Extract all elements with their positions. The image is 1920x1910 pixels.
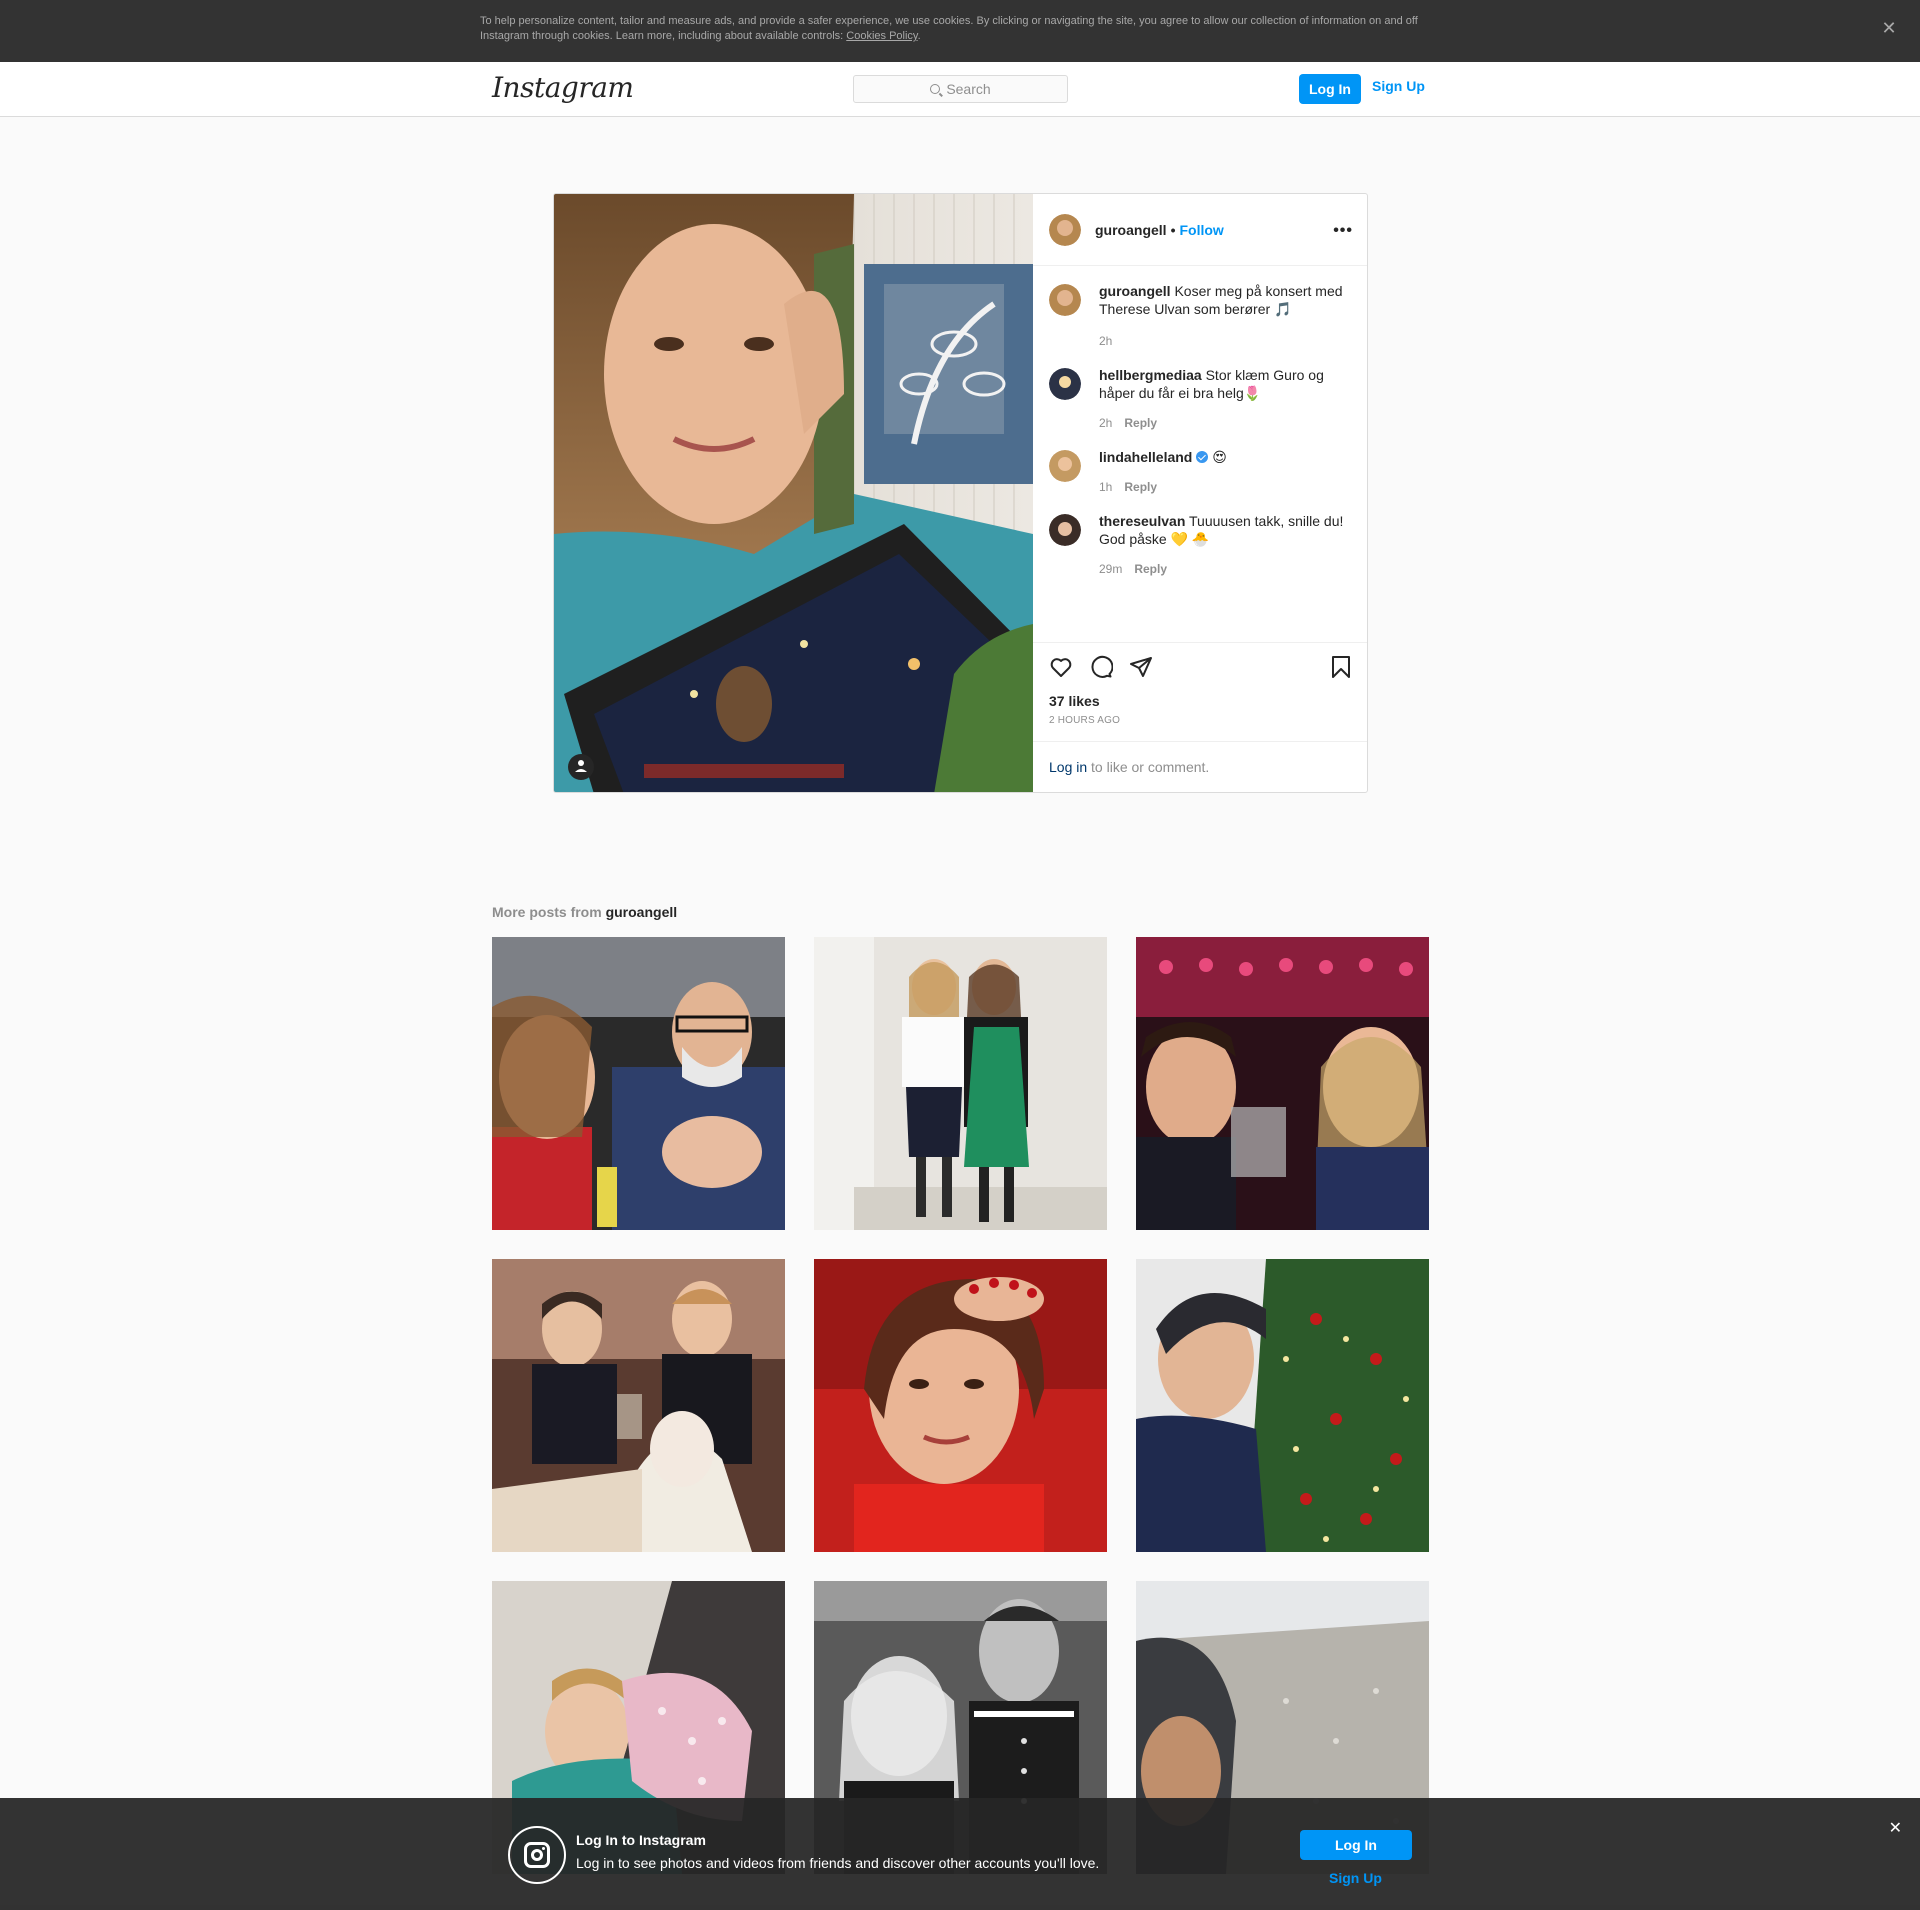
more-posts-heading: More posts from guroangell bbox=[492, 904, 677, 920]
post-card: guroangell • Follow ••• guroangell Koser… bbox=[553, 193, 1368, 793]
search-placeholder: Search bbox=[946, 81, 991, 97]
comment-time: 29m bbox=[1099, 562, 1123, 576]
cookies-policy-link[interactable]: Cookies Policy bbox=[846, 30, 917, 42]
cookie-suffix: . bbox=[917, 30, 921, 42]
login-suffix: to like or comment. bbox=[1087, 759, 1210, 775]
header-separator: • bbox=[1170, 221, 1176, 238]
comment-username[interactable]: thereseulvan bbox=[1099, 513, 1185, 529]
more-options-icon[interactable]: ••• bbox=[1333, 222, 1353, 240]
post-thumbnail[interactable] bbox=[1136, 1259, 1429, 1552]
share-paper-plane-icon[interactable] bbox=[1129, 655, 1153, 679]
comment-username[interactable]: guroangell bbox=[1099, 283, 1171, 299]
follow-button[interactable]: Follow bbox=[1179, 222, 1223, 238]
instagram-glyph-icon bbox=[508, 1826, 566, 1884]
signup-link[interactable]: Sign Up bbox=[1372, 78, 1425, 94]
post-thumbnail[interactable] bbox=[492, 937, 785, 1230]
search-icon bbox=[930, 84, 941, 94]
reply-button[interactable]: Reply bbox=[1124, 414, 1157, 432]
comment: lindahelleland 😍 1h Reply bbox=[1049, 448, 1353, 496]
comment-time: 1h bbox=[1099, 480, 1113, 494]
post-username[interactable]: guroangell bbox=[1095, 222, 1167, 238]
post-header: guroangell • Follow ••• bbox=[1033, 194, 1367, 266]
more-posts-user[interactable]: guroangell bbox=[606, 904, 678, 920]
cookie-banner: To help personalize content, tailor and … bbox=[0, 0, 1920, 62]
cookie-close-icon[interactable]: ✕ bbox=[1874, 13, 1904, 43]
post-thumbnail[interactable] bbox=[814, 937, 1107, 1230]
banner-login-button[interactable]: Log In bbox=[1300, 1830, 1412, 1860]
post-photo bbox=[554, 194, 1033, 792]
cookie-message: To help personalize content, tailor and … bbox=[480, 15, 1418, 42]
like-heart-icon[interactable] bbox=[1049, 655, 1073, 679]
comment-text: 😍 bbox=[1212, 449, 1227, 465]
banner-close-icon[interactable]: ✕ bbox=[1889, 1818, 1902, 1838]
login-banner-title: Log In to Instagram bbox=[576, 1832, 706, 1848]
avatar[interactable] bbox=[1049, 514, 1081, 546]
comment-time: 2h bbox=[1099, 416, 1113, 430]
comment-bubble-icon[interactable] bbox=[1089, 655, 1113, 679]
comments-list: guroangell Koser meg på konsert med Ther… bbox=[1033, 266, 1367, 636]
login-banner: Log In to Instagram Log in to see photos… bbox=[0, 1798, 1920, 1910]
instagram-logo[interactable]: Instagram bbox=[492, 71, 634, 104]
top-nav: Instagram Search Log In Sign Up bbox=[0, 62, 1920, 117]
avatar[interactable] bbox=[1049, 368, 1081, 400]
avatar[interactable] bbox=[1049, 284, 1081, 316]
comment: thereseulvan Tuuuusen takk, snille du! G… bbox=[1049, 512, 1353, 578]
post-image[interactable] bbox=[554, 194, 1033, 792]
login-to-comment: Log in to like or comment. bbox=[1033, 741, 1367, 792]
banner-signup-link[interactable]: Sign Up bbox=[1329, 1870, 1382, 1886]
avatar[interactable] bbox=[1049, 450, 1081, 482]
login-button[interactable]: Log In bbox=[1299, 74, 1361, 104]
post-actions: 37 likes 2 HOURS AGO Log in to like or c… bbox=[1033, 642, 1367, 792]
bookmark-icon[interactable] bbox=[1329, 655, 1353, 679]
post-thumbnail[interactable] bbox=[1136, 937, 1429, 1230]
avatar[interactable] bbox=[1049, 213, 1081, 246]
comment-username[interactable]: lindahelleland bbox=[1099, 449, 1192, 465]
action-row bbox=[1033, 643, 1367, 689]
search-input[interactable]: Search bbox=[853, 75, 1068, 103]
post-panel: guroangell • Follow ••• guroangell Koser… bbox=[1033, 194, 1367, 792]
login-link[interactable]: Log in bbox=[1049, 759, 1087, 775]
login-banner-subtitle: Log in to see photos and videos from fri… bbox=[576, 1855, 1100, 1871]
verified-badge-icon bbox=[1196, 451, 1209, 463]
cookie-text: To help personalize content, tailor and … bbox=[480, 14, 1440, 44]
comment: hellbergmediaa Stor klæm Guro og håper d… bbox=[1049, 366, 1353, 432]
comment-time: 2h bbox=[1099, 334, 1113, 348]
tagged-user-icon bbox=[568, 754, 594, 780]
comment-username[interactable]: hellbergmediaa bbox=[1099, 367, 1202, 383]
reply-button[interactable]: Reply bbox=[1124, 478, 1157, 496]
comment-caption: guroangell Koser meg på konsert med Ther… bbox=[1049, 282, 1353, 350]
reply-button[interactable]: Reply bbox=[1134, 560, 1167, 578]
likes-count[interactable]: 37 likes bbox=[1049, 693, 1100, 709]
more-posts-prefix: More posts from bbox=[492, 904, 606, 920]
post-thumbnail[interactable] bbox=[492, 1259, 785, 1552]
post-timestamp: 2 HOURS AGO bbox=[1049, 715, 1121, 726]
post-thumbnail[interactable] bbox=[814, 1259, 1107, 1552]
